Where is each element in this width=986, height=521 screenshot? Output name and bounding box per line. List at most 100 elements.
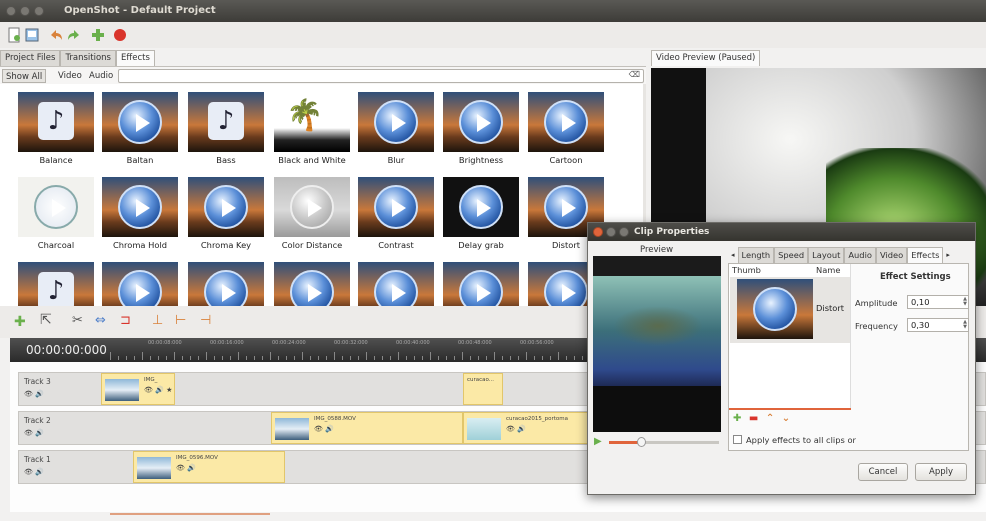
effect-item[interactable] <box>441 262 521 306</box>
resize-tool-icon[interactable]: ⇔ <box>95 313 106 328</box>
amplitude-label: Amplitude <box>855 298 898 308</box>
video-filter-button[interactable]: Video <box>55 69 85 83</box>
effect-item[interactable] <box>100 262 180 306</box>
checkbox-box[interactable] <box>733 435 742 444</box>
tab-speed[interactable]: Speed <box>774 247 809 263</box>
show-all-button[interactable]: Show All <box>2 69 47 83</box>
effect-label: Brightness <box>458 155 504 165</box>
dialog-minimize-icon[interactable] <box>606 227 616 237</box>
export-video-icon[interactable] <box>112 27 128 43</box>
previous-marker-icon[interactable]: ⊢ <box>175 313 186 328</box>
clear-search-icon[interactable]: ⌫ <box>629 70 640 79</box>
clip[interactable]: curacao... <box>463 373 503 405</box>
effect-item[interactable]: Color Distance <box>272 177 352 250</box>
effects-search-input[interactable]: ⌫ <box>118 69 644 83</box>
tab-effects[interactable]: Effects <box>115 50 155 66</box>
tabs-scroll-right-icon[interactable]: ▸ <box>943 247 953 263</box>
tab-project-files[interactable]: Project Files <box>0 50 61 66</box>
effects-grid: ♪ Balance Baltan ♪ Bass 🌴 Black and White Blur B… <box>0 84 646 306</box>
timeline-scrollbar[interactable] <box>110 513 270 515</box>
minimize-window-icon[interactable] <box>20 6 30 16</box>
effect-item[interactable]: Blur <box>356 92 436 165</box>
tab-video[interactable]: Video <box>875 247 908 263</box>
effect-item[interactable] <box>186 262 266 306</box>
next-marker-icon[interactable]: ⊣ <box>200 313 211 328</box>
dialog-close-icon[interactable] <box>593 227 603 237</box>
remove-effect-icon[interactable]: ▬ <box>749 413 758 424</box>
amplitude-spinbox[interactable]: 0,10 ▲ ▼ <box>907 295 969 309</box>
preview-tabs: Video Preview (Paused) <box>651 50 761 66</box>
effect-label: Balance <box>39 155 73 165</box>
frequency-spinbox[interactable]: 0,30 ▲ ▼ <box>907 318 969 332</box>
track-visibility-audio-icons[interactable]: 👁 🔊 <box>24 468 44 476</box>
effect-star-icon[interactable]: ★ <box>166 386 172 394</box>
tabs-scroll-left-icon[interactable]: ◂ <box>728 247 738 263</box>
seek-handle[interactable] <box>637 437 646 447</box>
effect-item[interactable] <box>356 262 436 306</box>
track-visibility-audio-icons[interactable]: 👁 🔊 <box>24 429 44 437</box>
spin-arrows-icon[interactable]: ▲ ▼ <box>963 297 967 307</box>
effect-item[interactable]: Chroma Key <box>186 177 266 250</box>
effect-item[interactable]: ♪ Balance <box>16 92 96 165</box>
add-track-icon[interactable]: ✚ <box>14 314 26 330</box>
ruler-tick <box>318 356 319 360</box>
seek-track[interactable] <box>609 437 719 447</box>
add-effect-icon[interactable]: ✚ <box>733 413 741 424</box>
effect-item[interactable]: Chroma Hold <box>100 177 180 250</box>
move-down-icon[interactable]: ⌄ <box>782 413 790 424</box>
tab-audio[interactable]: Audio <box>844 247 876 263</box>
dialog-seek-bar: ▶ <box>593 435 721 449</box>
import-files-icon[interactable] <box>90 27 106 43</box>
undo-icon[interactable] <box>48 27 64 43</box>
add-marker-icon[interactable]: ⊥ <box>152 313 163 328</box>
clip[interactable]: IMG_0596.MOV 👁 🔊 <box>133 451 285 483</box>
razor-tool-icon[interactable]: ✂ <box>72 313 83 328</box>
apply-all-checkbox[interactable]: Apply effects to all clips or <box>733 435 856 445</box>
effect-item[interactable]: ♪ <box>16 262 96 306</box>
clip[interactable]: IMG_ 👁 🔊 ★ <box>101 373 175 405</box>
effect-thumbnail <box>18 177 94 237</box>
tab-video-preview[interactable]: Video Preview (Paused) <box>651 50 761 66</box>
clip[interactable]: curacao2015_portoma 👁 🔊 <box>463 412 593 444</box>
timeline-ruler[interactable]: 00:00:08:000 00:00:16:000 00:00:24:000 00:0… <box>110 338 590 362</box>
effect-item[interactable]: Cartoon <box>526 92 606 165</box>
list-item[interactable]: Distort <box>730 277 850 343</box>
new-project-icon[interactable] <box>6 27 22 43</box>
ruler-tick <box>406 356 407 360</box>
maximize-window-icon[interactable] <box>34 6 44 16</box>
ruler-tick <box>142 352 143 360</box>
effect-thumbnail <box>102 92 178 152</box>
apply-button[interactable]: Apply <box>915 463 967 481</box>
effect-item[interactable] <box>272 262 352 306</box>
dialog-preview-video <box>593 256 721 432</box>
tab-layout[interactable]: Layout <box>808 247 845 263</box>
pointer-tool-icon[interactable]: ⇱ <box>40 312 52 328</box>
open-project-icon[interactable] <box>24 27 40 43</box>
move-up-icon[interactable]: ⌃ <box>766 413 774 424</box>
tab-length[interactable]: Length <box>737 247 775 263</box>
ruler-tick <box>254 356 255 360</box>
dialog-maximize-icon[interactable] <box>619 227 629 237</box>
audio-filter-button[interactable]: Audio <box>86 69 116 83</box>
tab-effects[interactable]: Effects <box>907 247 944 263</box>
frequency-value: 0,30 <box>911 320 930 330</box>
close-window-icon[interactable] <box>6 6 16 16</box>
effect-item[interactable]: Delay grab <box>441 177 521 250</box>
cancel-button[interactable]: Cancel <box>858 463 908 481</box>
spin-arrows-icon[interactable]: ▲ ▼ <box>963 320 967 330</box>
play-icon[interactable]: ▶ <box>594 436 602 447</box>
clip[interactable]: IMG_0588.MOV 👁 🔊 <box>271 412 463 444</box>
effect-item[interactable]: 🌴 Black and White <box>272 92 352 165</box>
ruler-tick <box>454 356 455 360</box>
tab-transitions[interactable]: Transitions <box>60 50 116 66</box>
effect-item[interactable]: Contrast <box>356 177 436 250</box>
effect-item[interactable]: ♪ Bass <box>186 92 266 165</box>
redo-icon[interactable] <box>66 27 82 43</box>
ruler-tick <box>446 356 447 360</box>
snapping-icon[interactable]: ⊐ <box>120 313 131 328</box>
effect-item[interactable]: Charcoal <box>16 177 96 250</box>
ruler-tick <box>110 352 111 360</box>
effect-item[interactable]: Baltan <box>100 92 180 165</box>
track-visibility-audio-icons[interactable]: 👁 🔊 <box>24 390 44 398</box>
effect-item[interactable]: Brightness <box>441 92 521 165</box>
